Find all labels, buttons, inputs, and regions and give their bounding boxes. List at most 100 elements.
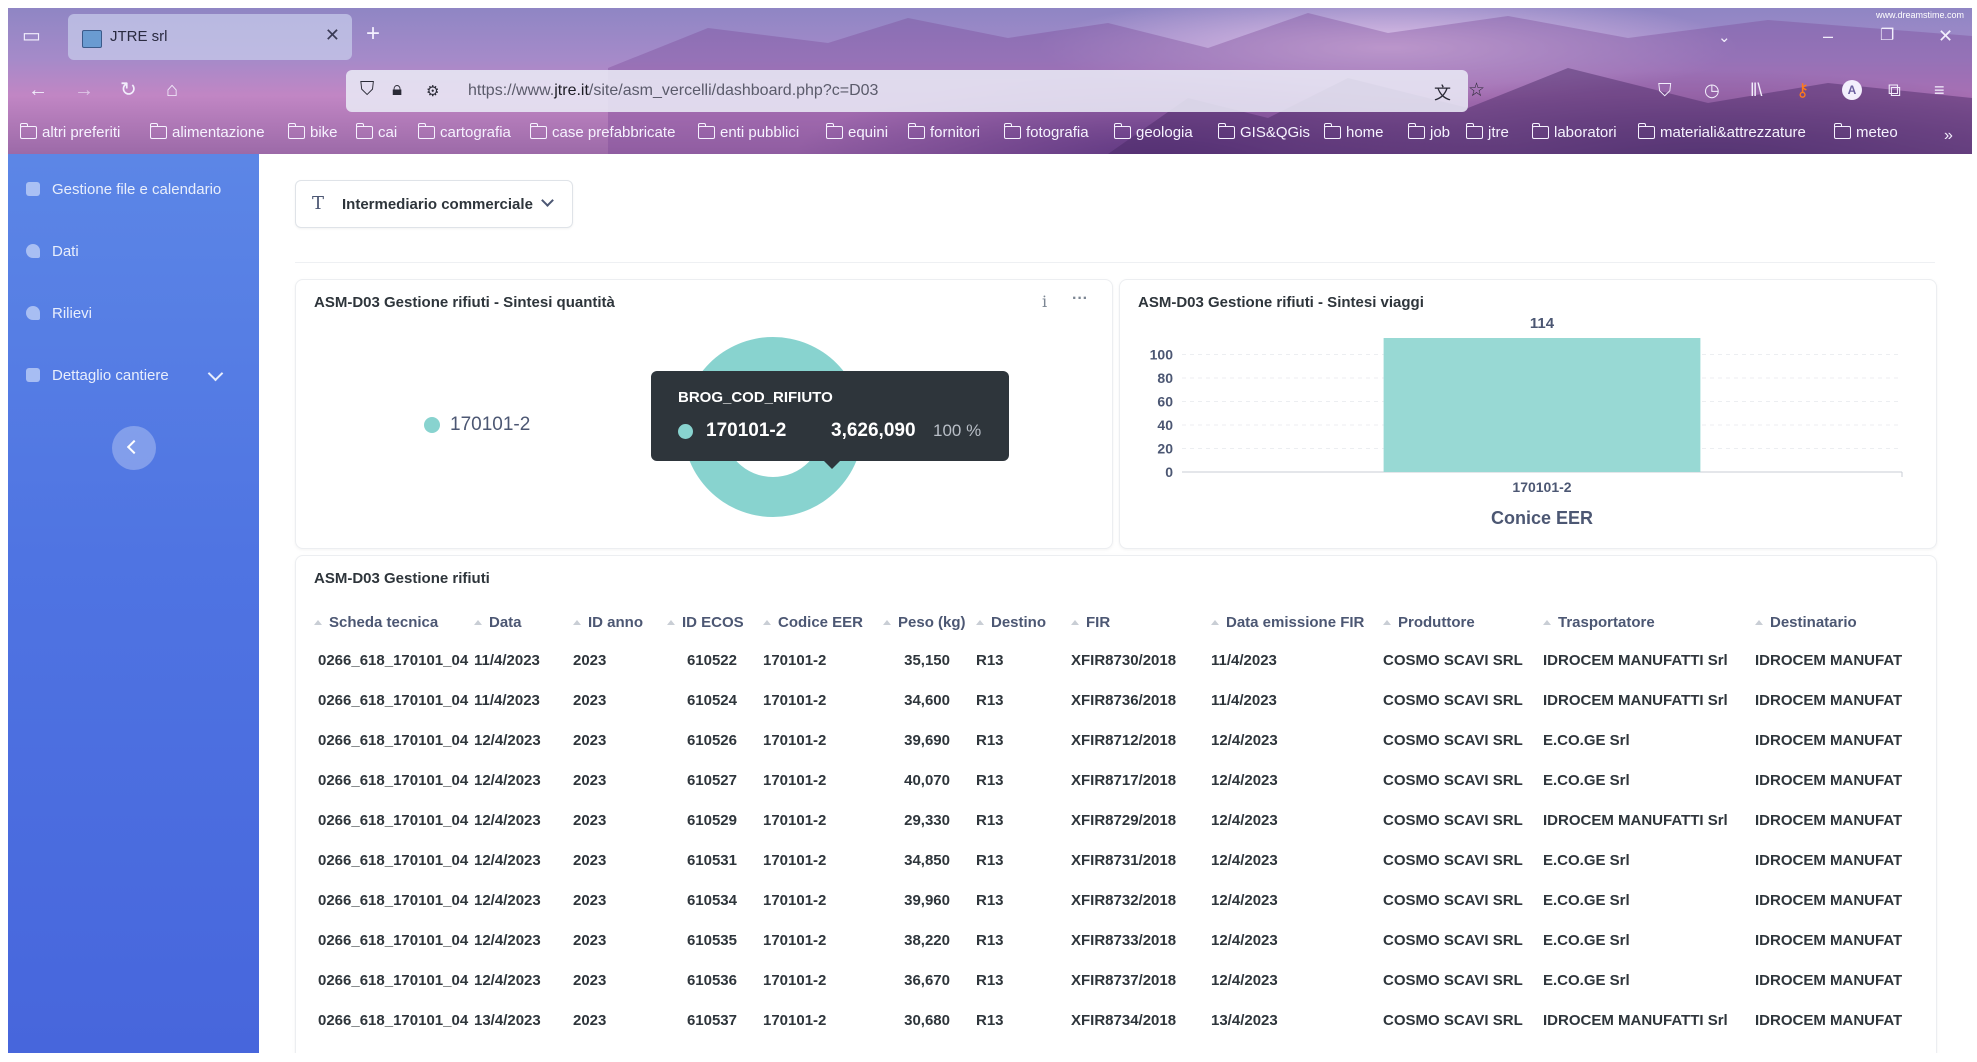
table-row[interactable]: 0266_618_170101_04 12/4/2023 2023 610526 170… — [296, 720, 1915, 760]
table-cell: 31,560 — [883, 1040, 976, 1054]
more-options-icon[interactable]: ··· — [1072, 290, 1088, 308]
pocket-icon[interactable]: ⛉ — [1658, 80, 1672, 100]
table-cell: E.CO.GE Srl — [1543, 851, 1630, 869]
bookmark-item[interactable]: equini — [826, 123, 888, 141]
table-scroll-area[interactable]: Scheda tecnica Data ID anno ID ECOS Codice E… — [296, 604, 1936, 1053]
column-header[interactable]: Data — [474, 604, 573, 640]
bookmark-item[interactable]: case prefabbricate — [530, 123, 675, 141]
bookmark-item[interactable]: cai — [356, 123, 397, 141]
bookmark-star-icon[interactable]: ☆ — [1468, 79, 1485, 102]
table-row[interactable]: 0266_618_170101_0413/4/20232023610538170… — [296, 1040, 1915, 1054]
legend-label[interactable]: 170101-2 — [450, 414, 530, 436]
table-row[interactable]: 0266_618_170101_04 11/4/2023 2023 610524 170… — [296, 680, 1915, 720]
new-tab-icon[interactable]: + — [366, 22, 380, 46]
folder-icon — [150, 123, 167, 139]
table-cell: R13 — [976, 811, 1004, 829]
column-header[interactable]: Produttore — [1383, 604, 1543, 640]
table-cell: R13 — [976, 651, 1004, 669]
column-header[interactable]: Destinatario — [1755, 604, 1915, 640]
bookmark-item[interactable]: geologia — [1114, 123, 1193, 141]
bookmark-item[interactable]: GIS&QGis — [1218, 123, 1310, 141]
bookmarks-overflow-icon[interactable]: » — [1944, 126, 1953, 146]
table-cell: COSMO SCAVI SRL — [1383, 771, 1523, 789]
tab-jtre[interactable]: JTRE srl ✕ — [68, 14, 352, 60]
bookmark-item[interactable]: materiali&attrezzature — [1638, 123, 1806, 141]
table-row[interactable]: 0266_618_170101_04 12/4/2023 2023 610527 170… — [296, 760, 1915, 800]
column-header[interactable]: Trasportatore — [1543, 604, 1755, 640]
column-header[interactable]: Destino — [976, 604, 1071, 640]
sidebar-item-rilievi[interactable]: Rilievi — [26, 300, 92, 326]
tab-overview-icon[interactable]: ▭ — [22, 26, 41, 46]
y-tick-label: 60 — [1157, 393, 1173, 409]
table-row[interactable]: 0266_618_170101_04 12/4/2023 2023 610536 170… — [296, 960, 1915, 1000]
sort-icon — [1543, 619, 1551, 625]
table-row[interactable]: 0266_618_170101_04 13/4/2023 2023 610537 170… — [296, 1000, 1915, 1040]
info-icon[interactable]: i — [1042, 292, 1047, 311]
account-avatar[interactable]: A — [1842, 80, 1862, 100]
bookmark-label: cartografia — [440, 124, 511, 141]
history-icon[interactable]: ◷ — [1704, 80, 1720, 100]
tab-close-icon[interactable]: ✕ — [325, 25, 340, 46]
bookmark-label: home — [1346, 124, 1384, 141]
column-header[interactable]: FIR — [1071, 604, 1211, 640]
column-header[interactable]: Codice EER — [763, 604, 883, 640]
column-header[interactable]: ID anno — [573, 604, 667, 640]
bookmark-item[interactable]: laboratori — [1532, 123, 1617, 141]
url-text[interactable]: https://www.jtre.it/site/asm_vercelli/da… — [468, 82, 878, 100]
library-icon[interactable]: ‖\ — [1750, 80, 1762, 100]
menu-icon[interactable]: ≡ — [1934, 80, 1945, 100]
column-header[interactable]: Scheda tecnica — [296, 604, 474, 640]
table-row[interactable]: 0266_618_170101_04 12/4/2023 2023 610534 170… — [296, 880, 1915, 920]
sidebar-item-dati[interactable]: Dati — [26, 238, 79, 264]
table-cell: IDROCEM MANUFAT — [1755, 1040, 1915, 1054]
forward-icon[interactable]: → — [74, 80, 94, 100]
translate-icon[interactable]: 文 — [1434, 79, 1451, 104]
table-row[interactable]: 0266_618_170101_04 12/4/2023 2023 610529 170… — [296, 800, 1915, 840]
collapse-sidebar-button[interactable] — [112, 426, 156, 470]
extension-key-icon[interactable]: ⚷ — [1796, 80, 1809, 100]
bookmark-item[interactable]: home — [1324, 123, 1384, 141]
sidebar-item-dettaglio-cantiere[interactable]: Dettaglio cantiere — [26, 362, 241, 388]
table-cell: 13/4/2023 — [1211, 1040, 1383, 1054]
bar[interactable] — [1383, 338, 1701, 472]
permissions-icon[interactable]: ⚙ — [426, 82, 439, 100]
bookmark-item[interactable]: meteo — [1834, 123, 1898, 141]
column-header[interactable]: ID ECOS — [667, 604, 763, 640]
bookmark-item[interactable]: altri preferiti — [20, 123, 120, 141]
home-icon[interactable]: ⌂ — [166, 80, 178, 100]
tab-list-icon[interactable]: ⌄ — [1718, 28, 1731, 48]
table-cell: 2023 — [573, 1011, 607, 1029]
restore-icon[interactable]: ❐ — [1880, 26, 1894, 46]
column-header[interactable]: Data emissione FIR — [1211, 604, 1383, 640]
table-row[interactable]: 0266_618_170101_04 12/4/2023 2023 610535 170… — [296, 920, 1915, 960]
bookmark-item[interactable]: job — [1408, 123, 1450, 141]
bookmark-item[interactable]: alimentazione — [150, 123, 265, 141]
shield-icon[interactable]: ⛉ — [360, 79, 374, 101]
bookmark-item[interactable]: fornitori — [908, 123, 980, 141]
table-cell: 13/4/2023 — [474, 1040, 573, 1054]
address-bar[interactable]: ⛉ 🔒︎ ⚙ https://www.jtre.it/site/asm_verc… — [346, 70, 1485, 112]
bookmark-item[interactable]: cartografia — [418, 123, 511, 141]
table-row[interactable]: 0266_618_170101_04 12/4/2023 2023 610531 170… — [296, 840, 1915, 880]
minimize-icon[interactable]: – — [1823, 26, 1833, 46]
bookmark-item[interactable]: enti pubblici — [698, 123, 799, 141]
column-header[interactable]: Peso (kg) — [883, 604, 976, 640]
back-icon[interactable]: ← — [28, 80, 48, 100]
intermediario-filter[interactable]: T Intermediario commerciale — [295, 180, 573, 228]
table-cell: R13 — [976, 771, 1004, 789]
reload-icon[interactable]: ↻ — [120, 80, 137, 100]
table-cell: 30,680 — [904, 1011, 950, 1029]
table-cell: COSMO SCAVI SRL — [1383, 851, 1523, 869]
bookmark-item[interactable]: fotografia — [1004, 123, 1089, 141]
extensions-icon[interactable]: ⧉ — [1888, 80, 1901, 100]
table-cell: IDROCEM MANUFAT — [1755, 851, 1903, 869]
table-row[interactable]: 0266_618_170101_04 11/4/2023 2023 610522 170… — [296, 640, 1915, 680]
bookmark-item[interactable]: bike — [288, 123, 338, 141]
table-cell: 11/4/2023 — [1211, 651, 1277, 669]
lock-icon[interactable]: 🔒︎ — [392, 79, 402, 101]
sidebar-item-gestione-file[interactable]: Gestione file e calendario — [26, 176, 221, 202]
table-cell: 610526 — [686, 731, 737, 749]
window-close-icon[interactable]: ✕ — [1938, 26, 1953, 46]
bookmark-item[interactable]: jtre — [1466, 123, 1509, 141]
table-cell: R13 — [976, 731, 1004, 749]
